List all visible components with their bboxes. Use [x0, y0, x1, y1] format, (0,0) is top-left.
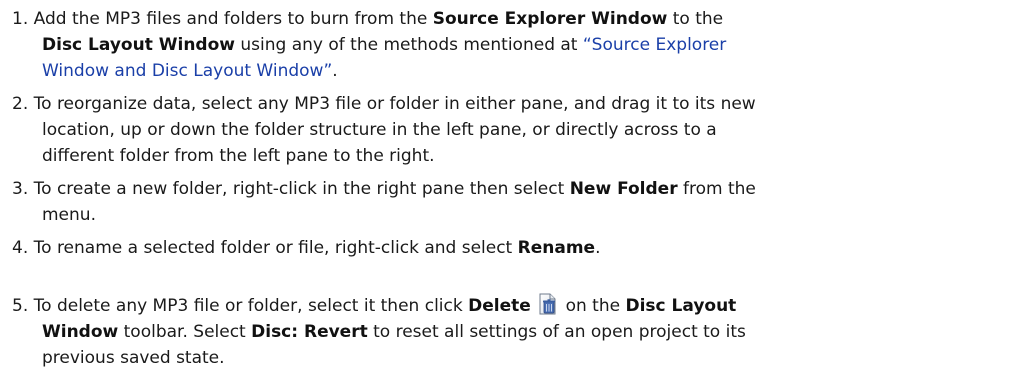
delete-term: Delete — [468, 296, 531, 316]
step-text: using any of the methods mentioned at — [234, 35, 583, 55]
step-1-line-3: Window and Disc Layout Window”. — [12, 58, 1012, 84]
step-number: 4. — [12, 238, 29, 258]
window-term: Window — [42, 322, 119, 342]
step-text: on the — [560, 296, 626, 316]
step-2-line-2: location, up or down the folder structur… — [12, 117, 1012, 143]
step-3-line-2: menu. — [12, 202, 1012, 228]
source-explorer-link-cont[interactable]: Window and Disc Layout Window” — [42, 61, 332, 81]
step-2-line-3: different folder from the left pane to t… — [12, 143, 1012, 169]
source-explorer-window-term: Source Explorer Window — [432, 9, 668, 29]
step-2-line-1: 2. To reorganize data, select any MP3 fi… — [12, 91, 1012, 117]
step-1-line-1: 1. Add the MP3 files and folders to burn… — [12, 6, 1012, 32]
step-text: . — [332, 61, 338, 81]
disc-layout-term: Disc Layout — [625, 296, 737, 316]
step-5-line-1: 5. To delete any MP3 file or folder, sel… — [12, 293, 1012, 319]
disc-layout-window-term: Disc Layout Window — [42, 35, 235, 55]
step-4-line-1: 4. To rename a selected folder or file, … — [12, 235, 1012, 261]
step-text: location, up or down the folder structur… — [42, 120, 717, 140]
step-text: To reorganize data, select any MP3 file … — [33, 94, 756, 114]
step-text: Add the MP3 files and folders to burn fr… — [33, 9, 433, 29]
step-text: . — [595, 238, 601, 258]
step-number: 2. — [12, 94, 29, 114]
step-text: To rename a selected folder or file, rig… — [33, 238, 518, 258]
step-text: menu. — [42, 205, 96, 225]
step-text: from the — [677, 179, 756, 199]
step-2: 2. To reorganize data, select any MP3 fi… — [12, 91, 1012, 169]
rename-term: Rename — [517, 238, 596, 258]
step-number: 1. — [12, 9, 29, 29]
step-1: 1. Add the MP3 files and folders to burn… — [12, 6, 1012, 84]
step-3-line-1: 3. To create a new folder, right-click i… — [12, 176, 1012, 202]
step-text: To create a new folder, right-click in t… — [33, 179, 570, 199]
instruction-steps: 1. Add the MP3 files and folders to burn… — [0, 0, 1018, 378]
step-5-line-3: previous saved state. — [12, 345, 1012, 371]
step-text: toolbar. Select — [118, 322, 252, 342]
step-text: previous saved state. — [42, 348, 225, 368]
step-text: different folder from the left pane to t… — [42, 146, 435, 166]
step-number: 3. — [12, 179, 29, 199]
delete-icon — [538, 293, 558, 315]
source-explorer-link[interactable]: “Source Explorer — [583, 35, 726, 55]
step-text: to reset all settings of an open project… — [367, 322, 746, 342]
step-number: 5. — [12, 296, 29, 316]
disc-revert-term: Disc: Revert — [251, 322, 368, 342]
step-1-line-2: Disc Layout Window using any of the meth… — [12, 32, 1012, 58]
step-4: 4. To rename a selected folder or file, … — [12, 235, 1012, 261]
step-5: 5. To delete any MP3 file or folder, sel… — [12, 293, 1012, 371]
new-folder-term: New Folder — [569, 179, 678, 199]
step-5-line-2: Window toolbar. Select Disc: Revert to r… — [12, 319, 1012, 345]
step-text: To delete any MP3 file or folder, select… — [33, 296, 469, 316]
step-text: to the — [667, 9, 724, 29]
step-3: 3. To create a new folder, right-click i… — [12, 176, 1012, 228]
